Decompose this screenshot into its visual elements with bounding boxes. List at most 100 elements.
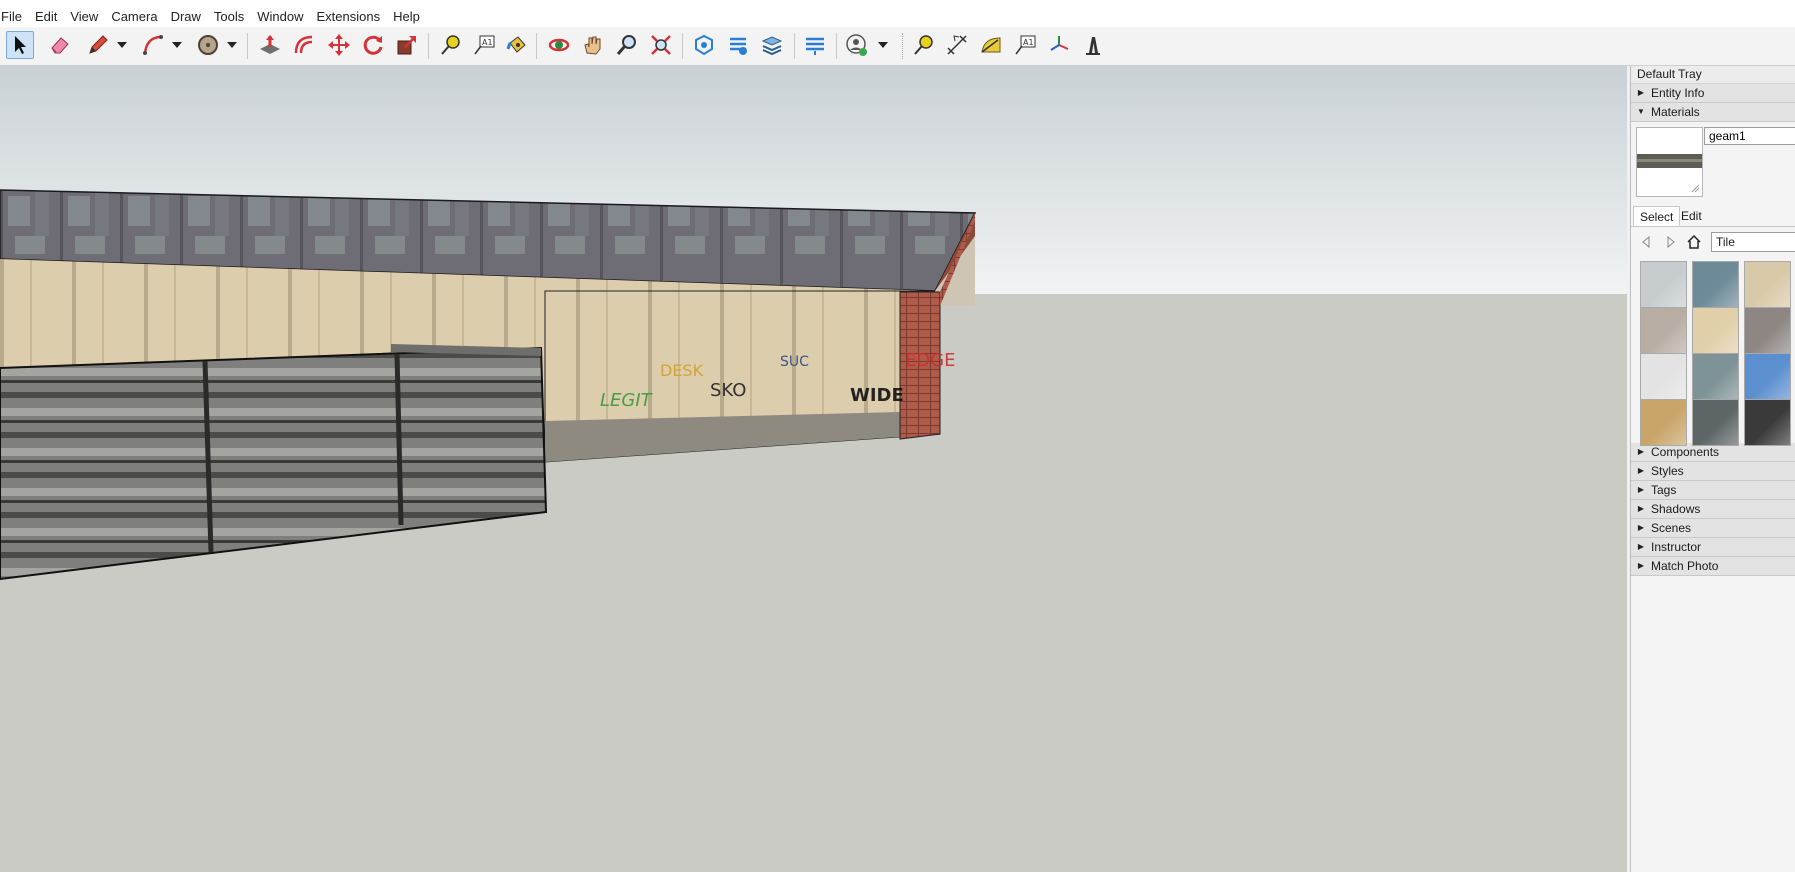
account-dropdown-button[interactable] <box>877 35 889 55</box>
menu-bar: File Edit View Camera Draw Tools Window … <box>0 5 1795 27</box>
chevron-down-icon <box>172 42 182 48</box>
protractor-tool-button[interactable] <box>977 31 1005 59</box>
panel-scenes[interactable]: ▶ Scenes <box>1631 519 1795 538</box>
menu-camera[interactable]: Camera <box>111 9 163 24</box>
material-swatch[interactable] <box>1692 307 1739 354</box>
3d-viewport[interactable]: EDGE WIDE LEGIT SKO DESK SUC <box>0 66 1627 872</box>
svg-text:DESK: DESK <box>660 361 704 380</box>
dimension-tool-button[interactable] <box>943 31 971 59</box>
svg-text:EDGE: EDGE <box>905 350 956 371</box>
library-select[interactable]: Tile <box>1711 232 1795 252</box>
menu-extensions[interactable]: Extensions <box>317 9 387 24</box>
material-swatch[interactable] <box>1692 399 1739 446</box>
push-pull-tool-button[interactable] <box>256 31 284 59</box>
panel-match-photo[interactable]: ▶ Match Photo <box>1631 557 1795 576</box>
home-icon <box>1687 234 1701 249</box>
extension-warehouse-button[interactable] <box>724 31 752 59</box>
material-name-field[interactable] <box>1704 127 1795 145</box>
material-swatch[interactable] <box>1744 353 1791 400</box>
library-navigation: Tile <box>1631 227 1795 257</box>
text-tool-button[interactable]: A1 <box>470 31 498 59</box>
material-swatch[interactable] <box>1640 261 1687 308</box>
tape-measure-tool-button[interactable] <box>436 31 464 59</box>
material-swatch[interactable] <box>1692 353 1739 400</box>
layout-icon <box>761 36 783 56</box>
account-icon <box>846 34 867 56</box>
pencil-line-icon <box>89 35 108 54</box>
tray-title: Default Tray <box>1631 66 1795 84</box>
panel-materials[interactable]: ▼ Materials <box>1631 103 1795 122</box>
tab-select[interactable]: Select <box>1633 206 1681 226</box>
menu-help[interactable]: Help <box>393 9 426 24</box>
eraser-tool-button[interactable] <box>46 31 74 59</box>
arc-tool-button[interactable] <box>139 31 167 59</box>
panel-shadows[interactable]: ▶ Shadows <box>1631 500 1795 519</box>
material-swatch[interactable] <box>1640 399 1687 446</box>
paint-bucket-icon <box>506 36 526 53</box>
material-swatch[interactable] <box>1744 307 1791 354</box>
scale-tool-button[interactable] <box>393 31 421 59</box>
material-swatch[interactable] <box>1744 261 1791 308</box>
shapes-dropdown-button[interactable] <box>226 35 238 55</box>
shapes-tool-button[interactable] <box>194 31 222 59</box>
extension-warehouse-icon <box>730 37 747 55</box>
caret-right-icon: ▶ <box>1637 504 1645 513</box>
material-swatch[interactable] <box>1744 399 1791 446</box>
3d-text-icon <box>1086 37 1100 55</box>
layout-button[interactable] <box>758 31 786 59</box>
paint-bucket-tool-button[interactable] <box>502 31 530 59</box>
model-scene[interactable]: EDGE WIDE LEGIT SKO DESK SUC <box>0 66 1627 872</box>
material-preview-swatch <box>1637 128 1702 196</box>
home-button[interactable] <box>1686 234 1702 250</box>
panel-label: Styles <box>1651 464 1684 478</box>
orbit-tool-button[interactable] <box>545 31 573 59</box>
move-tool-button[interactable] <box>325 31 353 59</box>
panel-styles[interactable]: ▶ Styles <box>1631 462 1795 481</box>
tape-measure-icon <box>441 35 460 55</box>
menu-draw[interactable]: Draw <box>171 9 207 24</box>
text-tool-button-2[interactable]: A1 <box>1011 31 1039 59</box>
panel-tags[interactable]: ▶ Tags <box>1631 481 1795 500</box>
toolbar-separator <box>794 33 795 59</box>
eraser-icon <box>51 37 69 54</box>
3d-warehouse-button[interactable] <box>690 31 718 59</box>
extension-manager-icon <box>806 37 824 55</box>
line-dropdown-button[interactable] <box>116 35 128 55</box>
back-button[interactable] <box>1639 234 1655 250</box>
arc-dropdown-button[interactable] <box>171 35 183 55</box>
tab-edit[interactable]: Edit <box>1675 206 1708 226</box>
line-tool-button[interactable] <box>84 31 112 59</box>
toolbar-separator <box>247 33 248 59</box>
offset-tool-button[interactable] <box>290 31 318 59</box>
menu-tools[interactable]: Tools <box>214 9 250 24</box>
menu-window[interactable]: Window <box>257 9 309 24</box>
material-swatch[interactable] <box>1640 353 1687 400</box>
panel-entity-info[interactable]: ▶ Entity Info <box>1631 84 1795 103</box>
material-swatch[interactable] <box>1692 261 1739 308</box>
extension-manager-button[interactable] <box>801 31 829 59</box>
material-swatch[interactable] <box>1640 307 1687 354</box>
select-tool-button[interactable] <box>6 31 34 59</box>
default-tray: Default Tray ▶ Entity Info ▼ Materials S… <box>1630 66 1795 872</box>
axes-tool-button[interactable] <box>1045 31 1073 59</box>
account-button[interactable] <box>843 31 871 59</box>
rotate-tool-button[interactable] <box>359 31 387 59</box>
menu-edit[interactable]: Edit <box>35 9 63 24</box>
panel-instructor[interactable]: ▶ Instructor <box>1631 538 1795 557</box>
push-pull-icon <box>260 35 280 54</box>
orbit-icon <box>548 38 570 52</box>
zoom-extents-tool-button[interactable] <box>647 31 675 59</box>
menu-view[interactable]: View <box>70 9 104 24</box>
toolbar-grip[interactable] <box>902 33 905 59</box>
menu-file[interactable]: File <box>0 9 28 24</box>
toolbar-separator <box>536 33 537 59</box>
material-preview[interactable] <box>1636 127 1703 197</box>
pan-tool-button[interactable] <box>579 31 607 59</box>
forward-button[interactable] <box>1662 234 1678 250</box>
arrow-left-icon <box>1642 235 1650 249</box>
zoom-tool-button[interactable] <box>613 31 641 59</box>
arc-icon <box>143 35 163 55</box>
3d-text-tool-button[interactable] <box>1079 31 1107 59</box>
panel-label: Entity Info <box>1651 86 1705 100</box>
tape-measure-tool-button-2[interactable] <box>909 31 937 59</box>
